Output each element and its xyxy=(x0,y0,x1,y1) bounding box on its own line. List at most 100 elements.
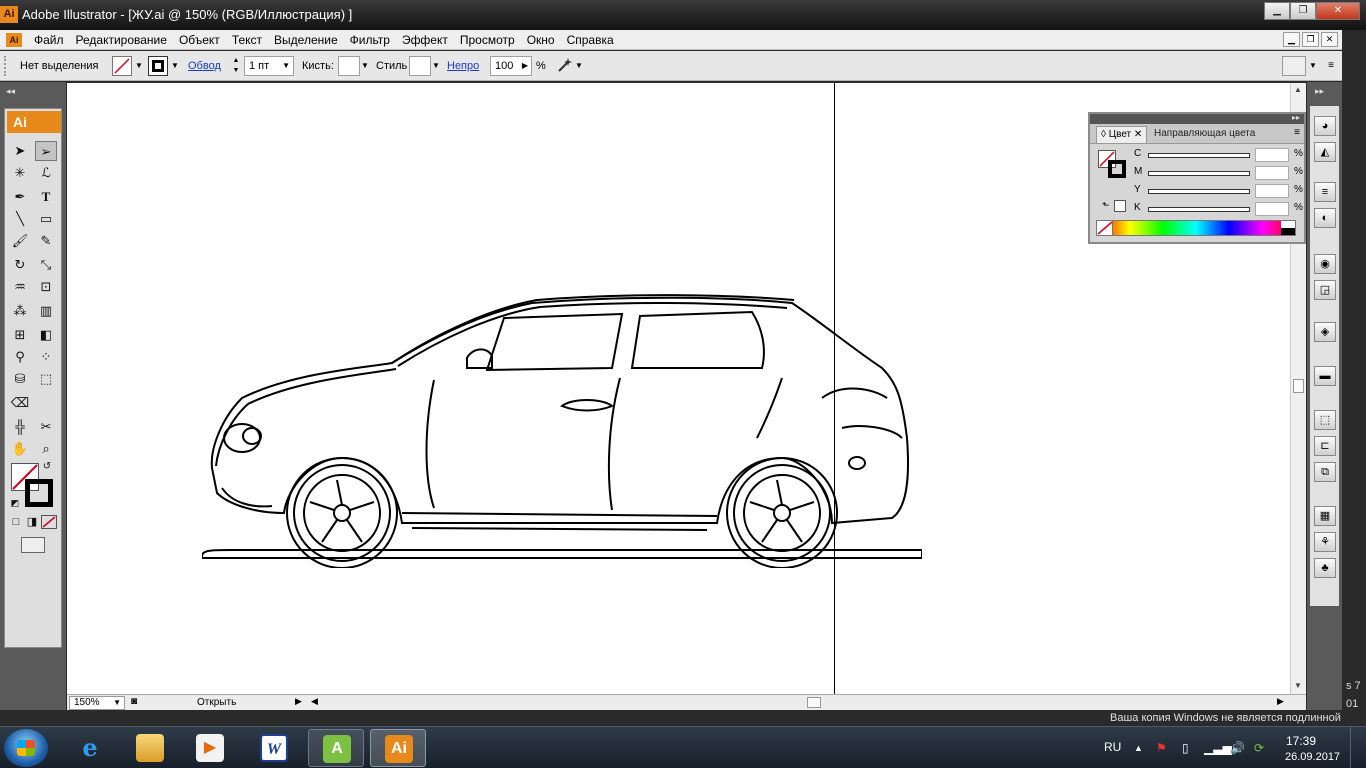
layers-panel-icon[interactable]: ◈ xyxy=(1314,322,1336,342)
menu-object[interactable]: Объект xyxy=(173,33,226,47)
menu-help[interactable]: Справка xyxy=(561,33,620,47)
media-player-taskbar-button[interactable]: ▶ xyxy=(182,729,238,767)
align-panel-icon[interactable]: ⊏ xyxy=(1314,436,1336,456)
paintbrush-tool-icon[interactable]: 🖌 xyxy=(9,231,31,251)
eraser-tool-icon[interactable]: ⌫ xyxy=(9,393,31,413)
isolation-dropdown-icon[interactable]: ▼ xyxy=(574,56,584,76)
channel-m-slider[interactable] xyxy=(1148,171,1250,176)
hand-tool-icon[interactable]: ✋ xyxy=(9,439,31,459)
status-scan-icon[interactable]: ◙ xyxy=(131,696,137,707)
symbol-sprayer-tool-icon[interactable]: ⁂ xyxy=(9,301,31,321)
hscroll-thumb[interactable] xyxy=(807,697,821,708)
transparency-panel-icon[interactable]: ◐ xyxy=(1314,208,1336,228)
spectrum-black-swatch[interactable] xyxy=(1281,228,1295,235)
fill-swatch[interactable] xyxy=(112,56,132,76)
menu-effect[interactable]: Эффект xyxy=(396,33,454,47)
stroke-panel-icon[interactable]: ≡ xyxy=(1314,182,1336,202)
word-taskbar-button[interactable]: W xyxy=(246,729,302,767)
channel-y-slider[interactable] xyxy=(1148,189,1250,194)
stroke-swatch[interactable] xyxy=(148,56,168,76)
status-arrow-icon[interactable]: ▶ xyxy=(295,696,302,707)
channel-c-field[interactable] xyxy=(1255,148,1289,162)
selection-tool-icon[interactable]: ➤ xyxy=(9,141,31,161)
rotate-tool-icon[interactable]: ↻ xyxy=(9,255,31,275)
channel-k-field[interactable] xyxy=(1255,202,1289,216)
tab-color[interactable]: ◊ Цвет ✕ xyxy=(1096,126,1148,143)
slice-tool-icon[interactable]: ╬ xyxy=(9,417,31,437)
stroke-color-box[interactable] xyxy=(25,479,53,507)
explorer-taskbar-button[interactable] xyxy=(122,729,178,767)
spectrum-white-swatch[interactable] xyxy=(1281,221,1295,228)
menu-filter[interactable]: Фильтр xyxy=(344,33,396,47)
screen-mode-icon[interactable] xyxy=(21,537,45,553)
menu-file[interactable]: Файл xyxy=(28,33,70,47)
swatches-panel-icon[interactable]: ▦ xyxy=(1314,506,1336,526)
symbols-panel-icon[interactable]: ♣ xyxy=(1314,558,1336,578)
opacity-field[interactable]: 100 ▶ xyxy=(490,56,532,76)
sync-icon[interactable]: ⟳ xyxy=(1254,727,1264,768)
scroll-up-icon[interactable]: ▲ xyxy=(1294,85,1302,94)
ie-taskbar-button[interactable]: e xyxy=(62,729,118,767)
scroll-thumb[interactable] xyxy=(1293,379,1304,393)
type-tool-icon[interactable]: T xyxy=(35,187,57,207)
brushes-panel-icon[interactable]: ⚘ xyxy=(1314,532,1336,552)
blend-tool-icon[interactable]: ⁘ xyxy=(35,347,57,367)
android-taskbar-button[interactable]: A xyxy=(308,729,364,767)
spectrum-none-swatch[interactable] xyxy=(1097,221,1113,235)
dock-collapse-icon[interactable]: ▸▸ xyxy=(1315,86,1324,97)
channel-k-slider[interactable] xyxy=(1148,207,1250,212)
graphic-styles-icon[interactable]: ◲ xyxy=(1314,280,1336,300)
workspace-dropdown-icon[interactable]: ▼ xyxy=(1308,56,1318,76)
pathfinder-panel-icon[interactable]: ⧉ xyxy=(1314,462,1336,482)
default-colors-icon[interactable]: ◩ xyxy=(9,497,21,509)
show-desktop-button[interactable] xyxy=(1350,727,1366,768)
mesh-tool-icon[interactable]: ⊞ xyxy=(9,325,31,345)
stroke-link[interactable]: Обвод xyxy=(188,57,221,75)
rectangle-tool-icon[interactable]: ▭ xyxy=(35,209,57,229)
document-icon[interactable]: Ai xyxy=(6,32,22,47)
transform-panel-icon[interactable]: ⬚ xyxy=(1314,410,1336,430)
color-spectrum[interactable] xyxy=(1096,220,1296,236)
channel-m-field[interactable] xyxy=(1255,166,1289,180)
stroke-weight-field[interactable]: 1 пт ▼ xyxy=(244,56,294,76)
web-safe-swatch[interactable] xyxy=(1114,200,1126,212)
start-button[interactable] xyxy=(4,729,48,767)
swap-colors-icon[interactable]: ↺ xyxy=(41,461,53,473)
pen-tool-icon[interactable]: ✒ xyxy=(9,187,31,207)
free-transform-tool-icon[interactable]: ⊡ xyxy=(35,277,57,297)
lasso-tool-icon[interactable]: ℒ xyxy=(35,163,57,183)
maximize-button[interactable]: ❐ xyxy=(1290,2,1316,20)
live-paint-bucket-icon[interactable]: ⛁ xyxy=(9,369,31,389)
isolation-icon[interactable] xyxy=(556,56,574,76)
show-hidden-icons[interactable]: ▲ xyxy=(1134,727,1143,768)
color-panel-header[interactable]: ▸▸ xyxy=(1090,113,1304,124)
direct-selection-tool-icon[interactable]: ➢ xyxy=(35,141,57,161)
menu-window[interactable]: Окно xyxy=(521,33,561,47)
battery-icon[interactable]: ▯ xyxy=(1182,727,1189,768)
illustrator-taskbar-button[interactable]: Ai xyxy=(370,729,426,767)
control-menu-icon[interactable]: ≡ xyxy=(1326,56,1336,76)
gradient-mode-icon[interactable]: ◨ xyxy=(25,515,39,529)
hscroll-right-icon[interactable]: ▶ xyxy=(1277,696,1284,707)
workspace-icon[interactable] xyxy=(1282,56,1306,76)
color-panel-icon[interactable]: ◕ xyxy=(1314,116,1336,136)
hscroll-left-icon[interactable]: ◀ xyxy=(311,696,318,707)
menu-text[interactable]: Текст xyxy=(226,33,268,47)
brush-dropdown-icon[interactable]: ▼ xyxy=(360,56,370,76)
magic-wand-tool-icon[interactable]: ✳ xyxy=(9,163,31,183)
menu-edit[interactable]: Редактирование xyxy=(70,33,173,47)
network-icon[interactable]: ▁▃▅ xyxy=(1204,727,1232,768)
scroll-down-icon[interactable]: ▼ xyxy=(1294,681,1302,690)
doc-minimize-button[interactable]: ▁ xyxy=(1283,32,1300,47)
menu-select[interactable]: Выделение xyxy=(268,33,344,47)
panel-menu-icon[interactable]: ≡ xyxy=(1294,127,1300,138)
style-dropdown-icon[interactable]: ▼ xyxy=(431,56,441,76)
action-center-icon[interactable]: ⚑ xyxy=(1156,727,1167,768)
clock-date[interactable]: 26.09.2017 xyxy=(1285,749,1340,765)
graph-tool-icon[interactable]: ▥ xyxy=(35,301,57,321)
close-button[interactable]: ✕ xyxy=(1316,2,1360,20)
appearance-panel-icon[interactable]: ◉ xyxy=(1314,254,1336,274)
channel-c-slider[interactable] xyxy=(1148,153,1250,158)
gradient-panel-icon[interactable]: ▬ xyxy=(1314,366,1336,386)
stroke-dropdown-icon[interactable]: ▼ xyxy=(170,56,180,76)
